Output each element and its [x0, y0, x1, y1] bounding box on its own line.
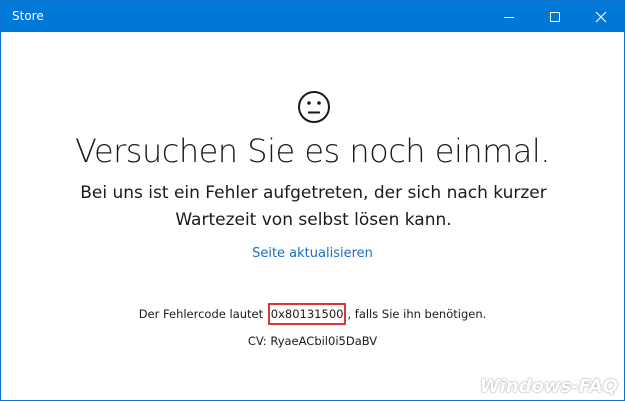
error-code-prefix: Der Fehlercode lautet: [138, 307, 264, 321]
minimize-button[interactable]: [486, 1, 532, 32]
neutral-face-icon: [298, 91, 330, 123]
title-bar[interactable]: Store: [1, 1, 624, 32]
store-window: Store Versuchen Sie es noch einmal. Bei …: [0, 0, 625, 401]
maximize-button[interactable]: [532, 1, 578, 32]
page-title: Versuchen Sie es noch einmal.: [75, 132, 550, 170]
window-title: Store: [12, 9, 44, 23]
error-description: Bei uns ist ein Fehler aufgetreten, der …: [80, 183, 547, 230]
close-button[interactable]: [578, 1, 624, 32]
error-code: 0x80131500: [267, 303, 347, 325]
refresh-page-link[interactable]: Seite aktualisieren: [1, 246, 624, 261]
correlation-vector: CV: RyaeACbil0i5DaBV: [247, 334, 378, 348]
error-page: Versuchen Sie es noch einmal. Bei uns is…: [1, 32, 624, 400]
maximize-icon: [550, 11, 560, 22]
watermark-logo: Windows-FAQ: [479, 376, 618, 397]
error-code-line: Der Fehlercode lautet 0x80131500, falls …: [1, 303, 624, 325]
minimize-icon: [504, 16, 514, 18]
error-code-suffix: , falls Sie ihn benötigen.: [347, 307, 487, 321]
close-icon: [595, 11, 607, 22]
